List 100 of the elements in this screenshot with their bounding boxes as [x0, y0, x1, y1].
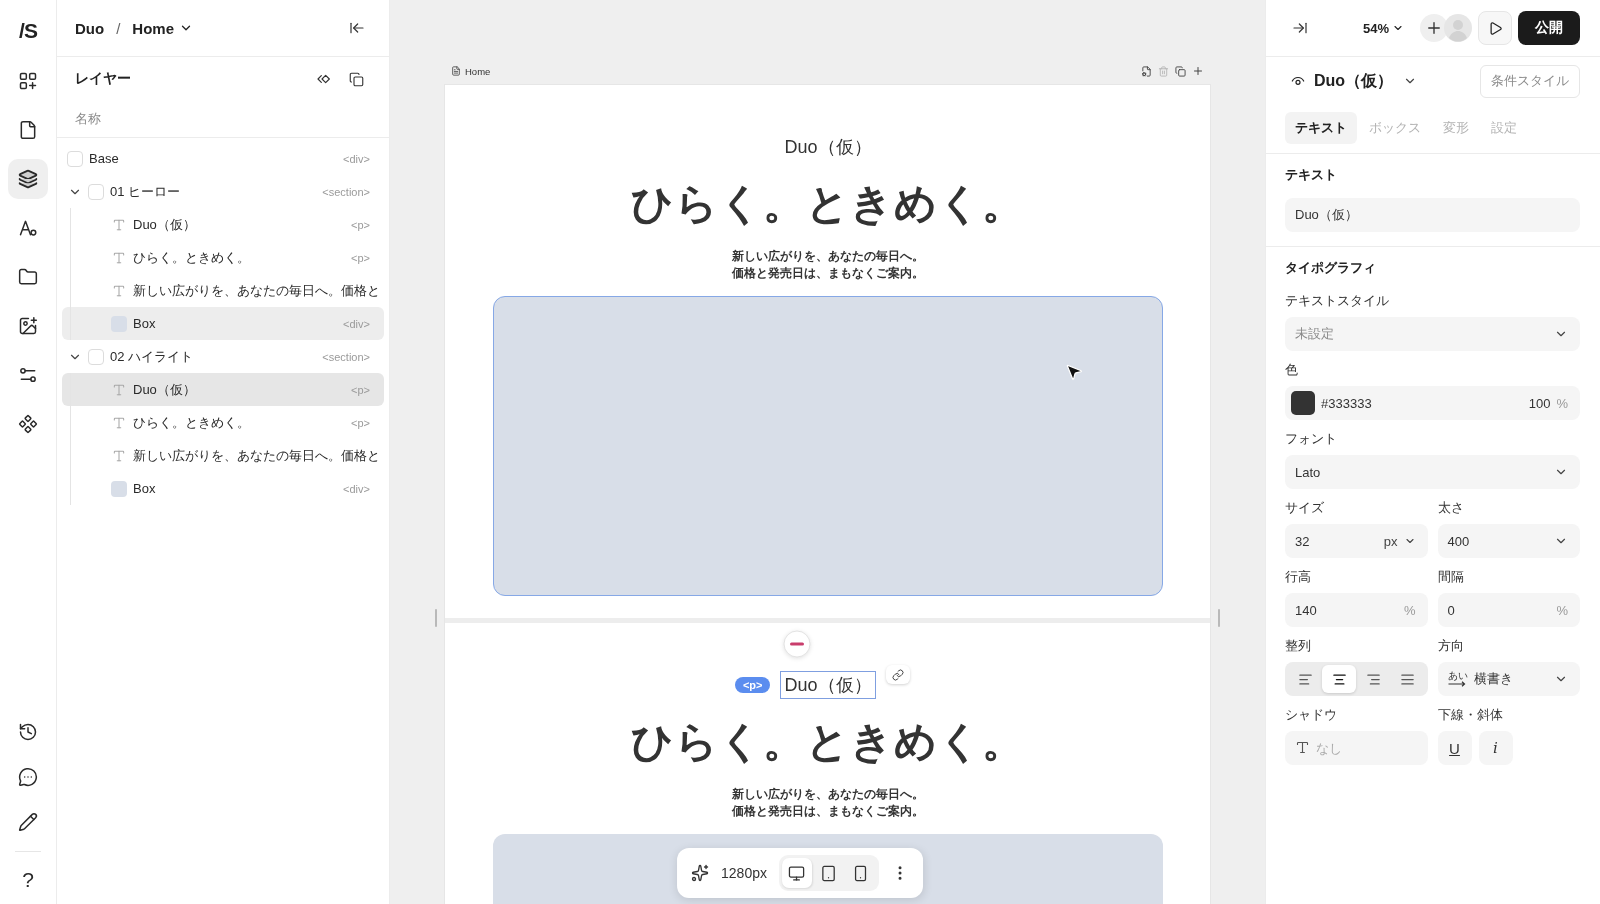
element-select[interactable]: Duo（仮） [1314, 70, 1418, 92]
unit-select[interactable]: px [1383, 533, 1416, 549]
layer-name: Box [133, 481, 156, 496]
shadow-field[interactable]: なし [1285, 731, 1428, 765]
tag-label: <p> [351, 218, 370, 231]
add-member-button[interactable] [1420, 14, 1448, 42]
tag-label: <section> [322, 350, 370, 363]
section-handle-icon[interactable] [783, 630, 811, 658]
tag-label: <section> [322, 185, 370, 198]
layers-tab[interactable] [8, 159, 48, 199]
page-label[interactable]: Home [465, 65, 491, 77]
page-select[interactable]: Home [132, 19, 194, 37]
cursor-icon [1064, 362, 1084, 382]
align-justify-icon [1399, 671, 1415, 687]
link-button[interactable] [885, 665, 910, 684]
eyebrow-text[interactable]: Duo（仮） [780, 133, 876, 161]
field-label: 方向 [1437, 638, 1465, 654]
folder-icon [18, 267, 38, 287]
conditional-style-button[interactable]: 条件スタイル [1480, 64, 1580, 98]
monitor-icon [788, 864, 806, 882]
collapse-left-icon [349, 20, 365, 36]
align-center-icon [1331, 671, 1347, 687]
width-value[interactable]: 1280px [721, 865, 767, 881]
plus-icon [1425, 19, 1443, 37]
tag-label: <p> [351, 416, 370, 429]
weight-select[interactable]: 400 [1437, 524, 1580, 558]
line-height-field[interactable]: 140 % [1285, 593, 1428, 627]
layer-row[interactable]: Box <div> [62, 472, 384, 505]
pencil-icon [18, 812, 38, 832]
layer-name: ひらく。ときめく。 [133, 413, 250, 432]
align-button[interactable] [1322, 665, 1357, 693]
layer-row[interactable]: 新しい広がりを、あなたの毎日へ。価格と [62, 439, 384, 472]
layer-name: ひらく。ときめく。 [133, 248, 250, 267]
layer-row[interactable]: ひらく。ときめく。 <p> [62, 241, 384, 274]
size-field[interactable]: 32 px [1285, 524, 1428, 558]
text-icon [112, 448, 126, 463]
tablet-icon [820, 864, 838, 882]
tag-label: <p> [351, 383, 370, 396]
logo[interactable]: /S [19, 10, 37, 52]
spacing-field[interactable]: 0 % [1437, 593, 1580, 627]
project-link[interactable]: Duo [75, 19, 105, 37]
eyebrow-text[interactable]: Duo（仮） [780, 671, 876, 699]
layer-row[interactable]: 新しい広がりを、あなたの毎日へ。価格と [62, 274, 384, 307]
color-field[interactable]: #333333 100 % [1285, 386, 1580, 420]
align-right-icon [1365, 671, 1381, 687]
layer-row[interactable]: Duo（仮） <p> [62, 373, 384, 406]
layer-name: Duo（仮） [133, 215, 196, 234]
page-settings-icon[interactable] [1141, 65, 1152, 77]
layers-icon [18, 169, 38, 189]
field-label: 整列 [1285, 638, 1312, 654]
swatch-icon[interactable] [1291, 391, 1315, 415]
zoom-select[interactable]: 54% [1362, 20, 1404, 36]
field-label: 間隔 [1437, 569, 1465, 585]
direction-select[interactable]: あい 横書き [1437, 662, 1580, 696]
tag-label: <div> [343, 152, 370, 165]
tag-label: <div> [343, 317, 370, 330]
layer-name: Duo（仮） [133, 380, 196, 399]
unit-label: % [1556, 395, 1568, 411]
help-button[interactable]: ? [8, 860, 48, 900]
opacity-value: 100 [1528, 395, 1551, 411]
resize-handle[interactable] [1218, 609, 1220, 627]
text-field[interactable]: Duo（仮） [1285, 198, 1580, 232]
layer-row[interactable]: 02 ハイライト <section> [62, 340, 384, 373]
plus-icon[interactable] [1192, 65, 1204, 77]
layer-name: 新しい広がりを、あなたの毎日へ。価格と [133, 446, 380, 465]
lead-text[interactable]: 新しい広がりを、あなたの毎日へ。価格と発売日は、まもなくご案内。 [728, 248, 928, 282]
publish-button[interactable]: 公開 [1518, 11, 1580, 45]
italic-button[interactable]: i [1478, 731, 1513, 765]
route-icon [18, 365, 38, 385]
field-label: 太さ [1437, 500, 1465, 516]
copy-icon[interactable] [1175, 65, 1186, 77]
layer-name: 02 ハイライト [110, 347, 194, 366]
hero-heading[interactable]: ひらく。ときめく。 [631, 714, 1025, 770]
layer-row[interactable]: 01 ヒーロー <section> [62, 175, 384, 208]
lead-text[interactable]: 新しい広がりを、あなたの毎日へ。価格と発売日は、まもなくご案内。 [728, 786, 928, 820]
grid-plus-icon [18, 71, 38, 91]
component-icon [18, 414, 38, 434]
preview-button[interactable] [1478, 11, 1512, 45]
fill-swatch-icon [111, 480, 127, 497]
field-label: 行高 [1285, 569, 1312, 585]
history-icon [18, 722, 38, 742]
text-icon [112, 415, 126, 430]
copy-icon [348, 71, 364, 87]
panel-title: レイヤー [75, 70, 131, 88]
hero-heading[interactable]: ひらく。ときめく。 [631, 176, 1025, 232]
resize-handle[interactable] [435, 609, 437, 627]
layer-row[interactable]: Box <div> [62, 307, 384, 340]
layer-row[interactable]: Duo（仮） <p> [62, 208, 384, 241]
font-select[interactable]: Lato [1285, 455, 1580, 489]
layer-row[interactable]: ひらく。ときめく。 <p> [62, 406, 384, 439]
text-icon [1295, 740, 1310, 755]
desktop-view-button[interactable] [781, 858, 812, 888]
field-label: シャドウ [1285, 707, 1338, 723]
tag-label: <div> [343, 482, 370, 495]
underline-button[interactable]: U [1437, 731, 1472, 765]
section-title: テキスト [1285, 167, 1338, 183]
sparkle-icon[interactable] [691, 864, 710, 882]
layer-row[interactable]: Base <div> [62, 142, 384, 175]
image-plus-icon [18, 316, 38, 336]
inspector-tab[interactable]: テキスト [1285, 112, 1357, 144]
